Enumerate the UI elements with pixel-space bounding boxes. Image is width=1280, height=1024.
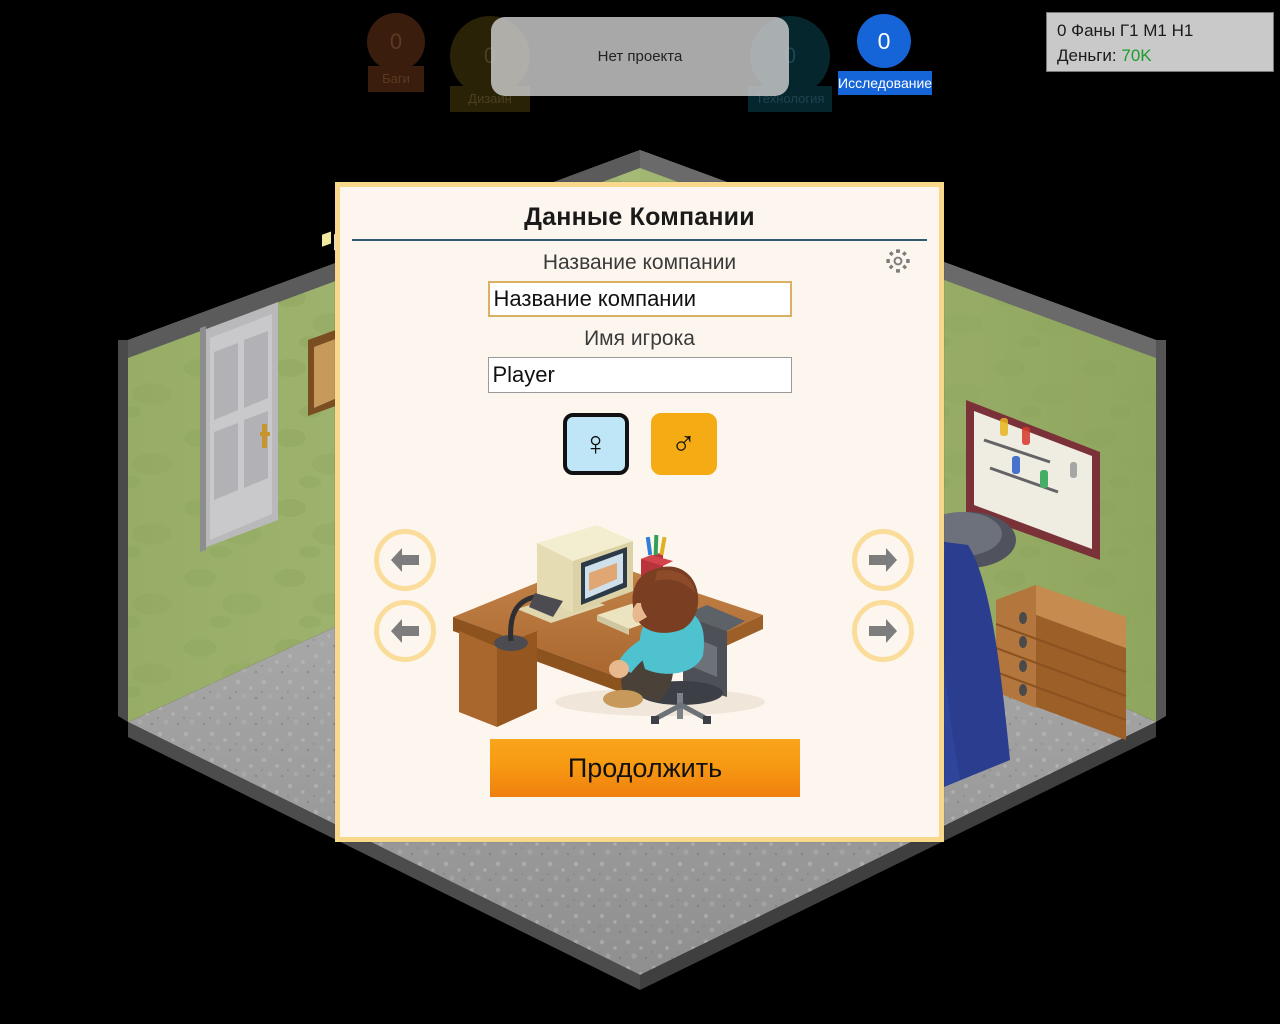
- avatar-next-hair-button[interactable]: [852, 529, 914, 591]
- arrow-left-icon: [391, 619, 419, 643]
- dialog-title: Данные Компании: [524, 203, 755, 231]
- project-status-bar[interactable]: Нет проекта: [491, 17, 789, 96]
- title-divider: [352, 239, 927, 241]
- female-icon: ♀: [582, 424, 609, 463]
- avatar-next-skin-button[interactable]: [852, 600, 914, 662]
- avatar-character-illustration: [453, 525, 765, 727]
- hud-circle-bugs[interactable]: 0: [367, 13, 425, 71]
- hud-label-bugs: Баги: [368, 66, 424, 92]
- continue-button[interactable]: Продолжить: [490, 739, 800, 797]
- company-name-input[interactable]: [487, 281, 792, 317]
- company-name-label: Название компании: [542, 251, 737, 274]
- gear-icon[interactable]: [884, 247, 912, 275]
- arrow-right-icon: [869, 619, 897, 643]
- male-icon: ♂: [670, 424, 697, 463]
- stats-fans-line: 0 Фаны Г1 М1 Н1: [1057, 21, 1194, 40]
- project-status-text: Нет проекта: [597, 48, 683, 65]
- money-value: 70K: [1121, 45, 1152, 65]
- arrow-left-icon: [391, 548, 419, 572]
- gender-male-button[interactable]: ♂: [650, 413, 717, 475]
- gender-female-button[interactable]: ♀: [562, 413, 629, 475]
- arrow-right-icon: [869, 548, 897, 572]
- player-name-input[interactable]: [487, 357, 792, 393]
- character-shoe: [603, 690, 643, 708]
- stats-panel: 0 Фаны Г1 М1 Н1 Деньги: 70K: [1046, 12, 1274, 72]
- avatar-prev-skin-button[interactable]: [374, 600, 436, 662]
- company-data-dialog: Данные Компании Название компании Имя иг…: [335, 182, 944, 842]
- hud-circle-research[interactable]: 0: [857, 14, 911, 68]
- gender-selector: ♀ ♂: [340, 413, 939, 475]
- hud-label-research: Исследование: [838, 71, 932, 95]
- door: [200, 302, 278, 552]
- gear-glyph: [886, 249, 910, 273]
- stats-money-line: Деньги: 70K: [1057, 44, 1263, 69]
- money-label: Деньги:: [1057, 45, 1117, 65]
- player-name-label: Имя игрока: [584, 327, 695, 350]
- character-hand: [609, 660, 629, 678]
- game-screen: 0 Баги 0 Дизайн 0 Технология 0 Исследова…: [0, 0, 1280, 1024]
- avatar-preview-area: [340, 487, 949, 727]
- avatar-prev-hair-button[interactable]: [374, 529, 436, 591]
